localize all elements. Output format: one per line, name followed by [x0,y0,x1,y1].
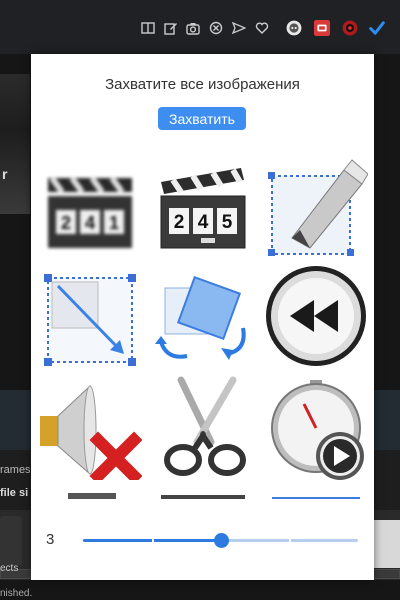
clapper-digit: 2 [174,212,185,233]
rotate-shape-image[interactable] [148,261,258,371]
mute-speaker-image[interactable] [35,373,145,483]
background-text: r [2,166,8,182]
clapperboard-image[interactable]: 2 4 5 [148,149,258,259]
resize-shape-image[interactable] [35,261,145,371]
slider-tick [151,539,154,542]
background-side-tile [374,520,400,568]
thumbnail-size-slider[interactable] [83,533,358,548]
partial-image[interactable] [148,485,258,499]
image-grid: 2 4 1 2 4 5 [35,149,371,499]
browser-toolbar [0,0,400,54]
slider-thumb[interactable] [213,533,229,548]
slider-tick [289,539,292,542]
background-thumbnail [0,74,30,214]
thumbnail-size-slider-row: 3 [31,524,374,554]
rewind-button-image[interactable] [261,261,371,371]
block-icon[interactable] [208,20,224,36]
background-frames-text: rames [0,464,31,476]
send-icon[interactable] [231,20,247,36]
extension-check-icon[interactable] [368,19,386,37]
edit-shape-image[interactable] [261,149,371,259]
clapper-digit: 2 [61,213,71,233]
clapper-digit: 5 [222,212,233,233]
background-effect-tile [0,516,22,566]
stopwatch-play-image[interactable] [261,373,371,483]
clapper-digit: 4 [198,212,209,233]
background-status-text: nished. [0,588,33,599]
clapper-digit: 4 [85,213,95,233]
slider-value: 3 [46,531,55,548]
partial-image[interactable] [35,485,145,499]
background-objects-text: ects [0,563,19,574]
edit-icon[interactable] [163,20,179,36]
extension-chat-icon[interactable] [285,19,303,37]
heart-icon[interactable] [254,20,270,36]
extension-capture-icon[interactable] [313,19,331,37]
capture-button[interactable]: Захватить [158,107,246,130]
reader-mode-icon[interactable] [140,20,156,36]
clapperboard-blurred-image[interactable]: 2 4 1 [35,149,145,259]
popup-title: Захватите все изображения [105,76,300,93]
clapper-digit: 1 [109,213,119,233]
partial-image[interactable] [261,485,371,499]
camera-icon[interactable] [185,20,201,36]
background-file-size-text: file si [0,487,29,499]
capture-popup: Захватите все изображения Захватить 2 4 … [31,54,374,580]
scissors-image[interactable] [148,373,258,483]
extension-record-icon[interactable] [341,19,359,37]
